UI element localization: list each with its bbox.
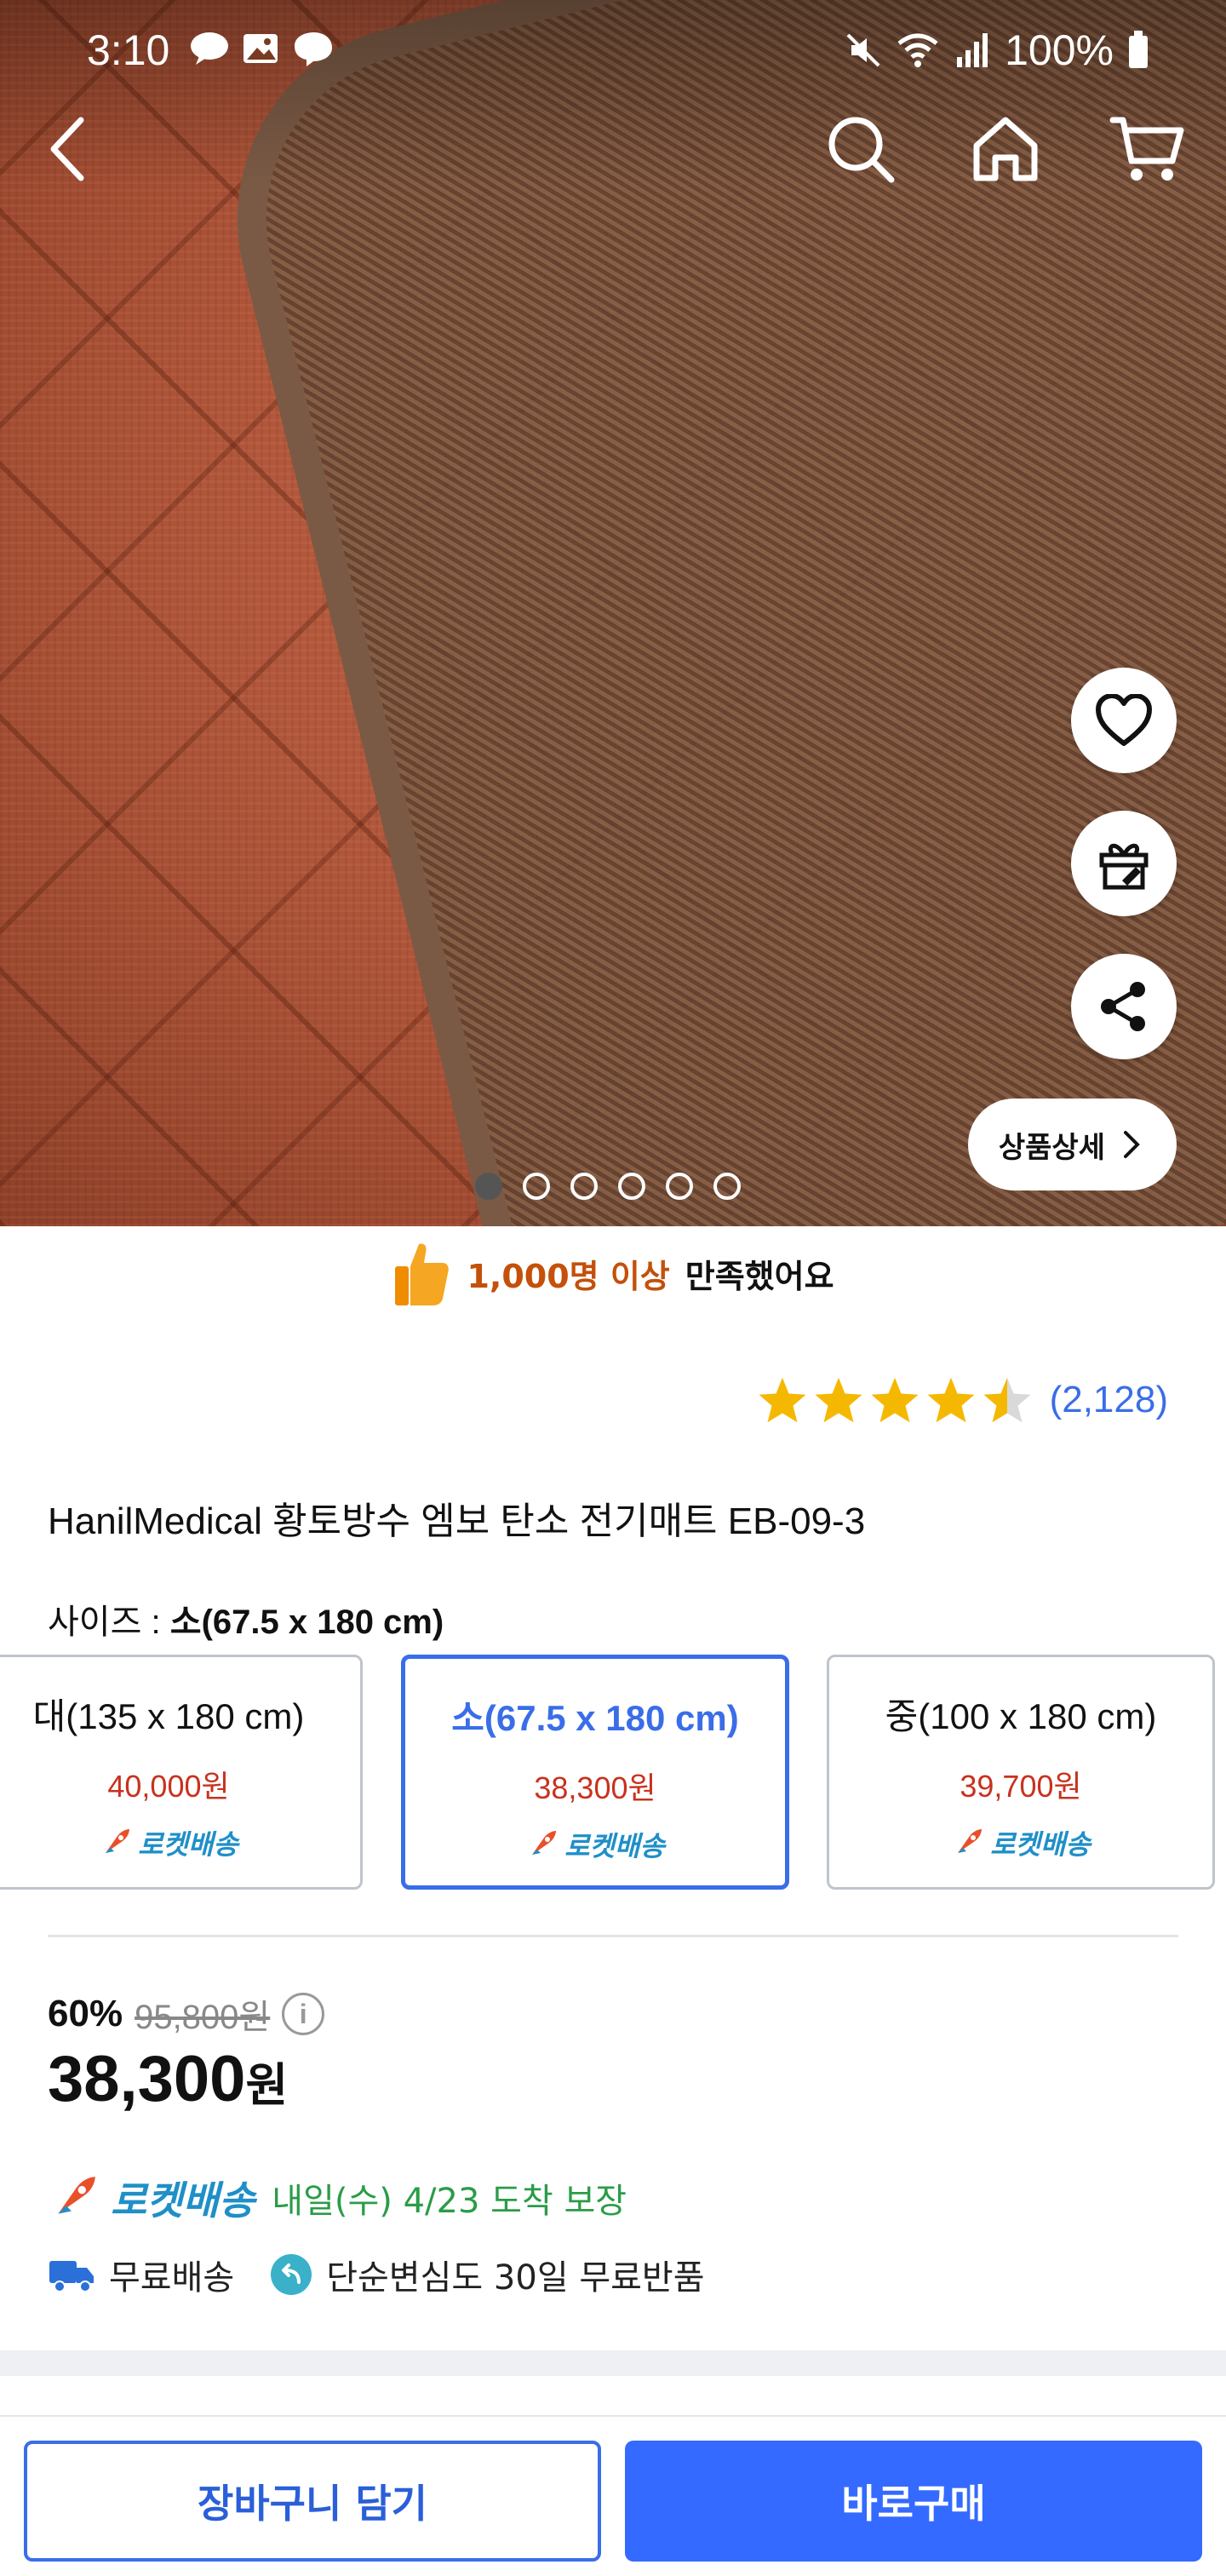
size-label: 사이즈 : 소(67.5 x 180 cm) — [48, 1594, 444, 1644]
truck-icon — [49, 2261, 94, 2292]
cart-icon — [1109, 117, 1184, 181]
gift-rocket-icon — [1099, 843, 1149, 890]
star-icon — [871, 1377, 919, 1423]
carousel-dot[interactable] — [618, 1173, 645, 1200]
product-detail-button[interactable]: 상품상세 — [967, 1099, 1177, 1190]
free-shipping-label: 무료배송 — [109, 2258, 235, 2298]
section-separator — [0, 2350, 1226, 2376]
section-divider — [48, 1935, 1178, 1937]
product-detail-label: 상품상세 — [998, 1130, 1105, 1165]
status-time: 3:10 — [87, 26, 170, 74]
size-option[interactable]: 중(100 x 180 cm) 39,700원 로켓배송 — [827, 1655, 1215, 1890]
gallery-notification-icon — [243, 34, 278, 63]
delivery-type: 로켓배송 — [111, 2177, 255, 2223]
size-option-price: 39,700원 — [960, 1769, 1082, 1804]
share-button[interactable] — [1071, 954, 1177, 1059]
wishlist-button[interactable] — [1071, 668, 1177, 773]
sale-price: 38,300원 — [48, 2042, 288, 2116]
free-shipping-perk: 무료배송 — [48, 2250, 234, 2299]
rocket-icon — [532, 1831, 557, 1855]
free-return-perk: 단순변심도 30일 무료반품 — [270, 2250, 705, 2299]
battery-icon — [1129, 31, 1148, 68]
rocket-delivery-badge: 로켓배송 — [951, 1823, 1091, 1862]
rocket-delivery-label: 로켓배송 — [564, 1831, 665, 1862]
wifi-icon — [897, 33, 938, 67]
chevron-right-icon — [1124, 1131, 1140, 1158]
discount-row: 60% 95,800원 i — [48, 1989, 325, 2039]
rocket-delivery-label: 로켓배송 — [138, 1829, 238, 1860]
chevron-left-icon — [50, 117, 84, 181]
talk-notification-icon — [191, 32, 228, 65]
rating-summary[interactable]: (2,128) — [757, 1375, 1168, 1425]
size-option-name: 소(67.5 x 180 cm) — [451, 1698, 739, 1738]
rocket-icon — [106, 1829, 130, 1853]
heart-icon — [1096, 694, 1152, 746]
signal-icon — [957, 33, 988, 67]
share-icon — [1101, 982, 1145, 1031]
satisfaction-text: 만족했어요 — [685, 1257, 834, 1295]
rocket-icon — [958, 1829, 983, 1853]
size-option-price: 38,300원 — [534, 1770, 656, 1805]
perks-row: 무료배송 단순변심도 30일 무료반품 — [48, 2250, 727, 2299]
size-option-name: 대(135 x 180 cm) — [32, 1696, 305, 1736]
rocket-delivery-badge: 로켓배송 — [99, 1823, 238, 1862]
delivery-info: 로켓배송 내일(수) 4/23 도착 보장 — [48, 2170, 627, 2226]
thumbs-up-icon — [395, 1243, 450, 1305]
home-button[interactable] — [967, 111, 1044, 187]
info-icon[interactable]: i — [282, 1993, 325, 2035]
search-icon — [828, 117, 895, 183]
star-icon — [927, 1377, 975, 1423]
satisfaction-banner: 1,000명 이상 만족했어요 — [0, 1239, 1226, 1307]
delivery-eta: 내일(수) 4/23 도착 보장 — [272, 2182, 627, 2221]
sale-price-amount: 38,300 — [48, 2043, 246, 2115]
carousel-dot[interactable] — [475, 1173, 502, 1200]
buy-now-button[interactable]: 바로구매 — [625, 2441, 1202, 2562]
free-return-label: 단순변심도 30일 무료반품 — [326, 2258, 705, 2298]
size-option-selected[interactable]: 소(67.5 x 180 cm) 38,300원 로켓배송 — [401, 1655, 789, 1890]
carousel-dot[interactable] — [570, 1173, 598, 1200]
satisfaction-highlight: 1,000명 이상 — [467, 1257, 670, 1295]
rocket-delivery-badge: 로켓배송 — [525, 1825, 665, 1864]
carousel-dot[interactable] — [713, 1173, 741, 1200]
add-to-cart-button[interactable]: 장바구니 담기 — [24, 2441, 601, 2562]
product-title: HanilMedical 황토방수 엠보 탄소 전기매트 EB-09-3 — [48, 1500, 866, 1542]
purchase-bar: 장바구니 담기 바로구매 — [0, 2415, 1226, 2576]
battery-percent: 100% — [1005, 26, 1114, 74]
search-button[interactable] — [822, 111, 899, 187]
carousel-dot[interactable] — [666, 1173, 693, 1200]
cart-button[interactable] — [1109, 111, 1185, 187]
return-icon — [271, 2254, 312, 2295]
message-notification-icon — [295, 32, 332, 66]
mute-icon — [846, 33, 880, 67]
home-icon — [973, 117, 1038, 181]
size-selected-value: 소(67.5 x 180 cm) — [169, 1604, 444, 1641]
size-label-prefix: 사이즈 : — [48, 1604, 161, 1641]
status-bar: 3:10 100% — [0, 0, 1226, 102]
sale-price-currency: 원 — [245, 2060, 289, 2111]
original-price: 95,800원 — [135, 1999, 271, 2036]
discount-rate: 60% — [48, 1993, 123, 2034]
carousel-dot[interactable] — [523, 1173, 550, 1200]
gift-button[interactable] — [1071, 811, 1177, 916]
rocket-icon — [58, 2177, 95, 2214]
size-option-name: 중(100 x 180 cm) — [885, 1696, 1157, 1736]
size-option-price: 40,000원 — [107, 1769, 230, 1804]
rocket-delivery-label: 로켓배송 — [990, 1829, 1091, 1860]
star-icon — [815, 1377, 862, 1423]
review-count[interactable]: (2,128) — [1050, 1379, 1168, 1421]
product-image-carousel[interactable]: 3:10 100% 상품상세 — [0, 0, 1226, 1226]
size-option[interactable]: 대(135 x 180 cm) 40,000원 로켓배송 — [0, 1655, 363, 1890]
star-icon — [759, 1377, 806, 1423]
back-button[interactable] — [31, 111, 107, 187]
carousel-indicator — [475, 1173, 741, 1200]
half-star-icon — [983, 1377, 1031, 1423]
